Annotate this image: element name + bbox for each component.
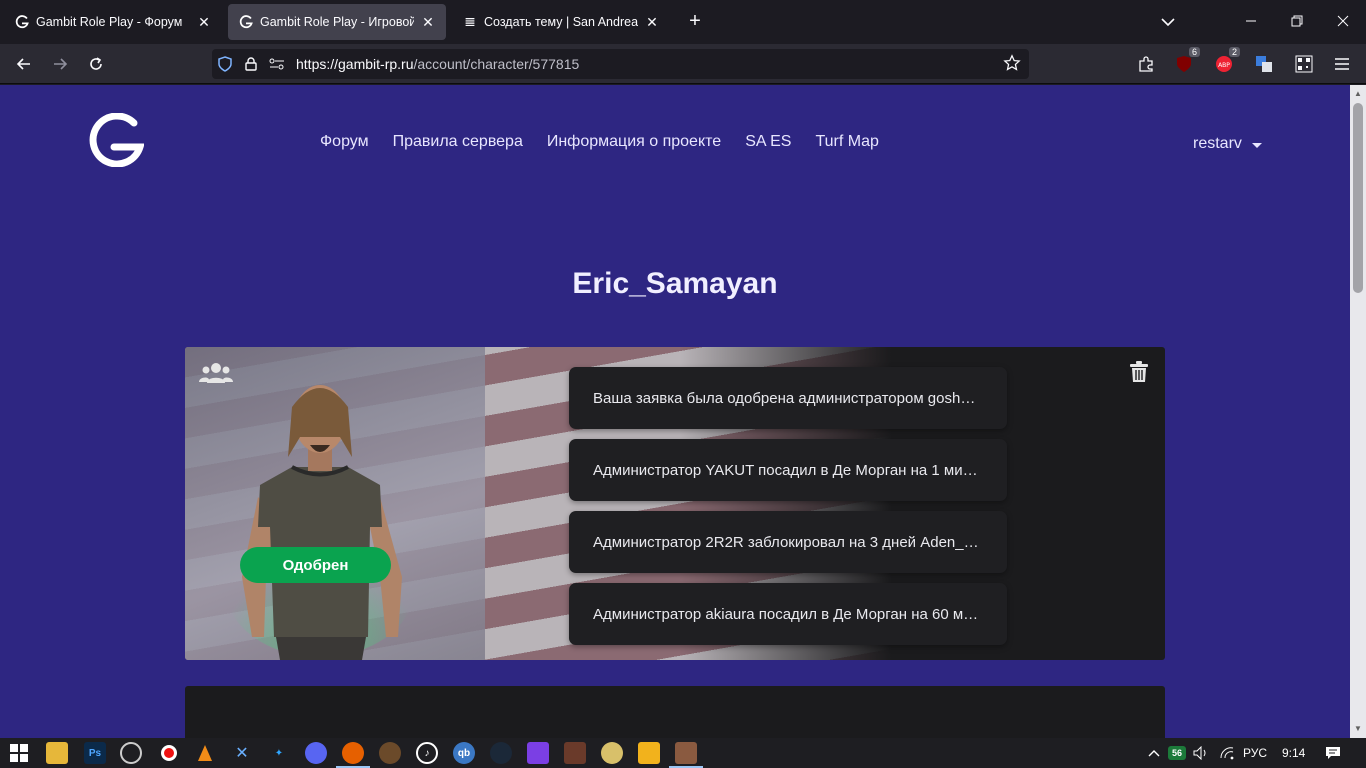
- scrollbar-thumb[interactable]: [1353, 103, 1363, 293]
- gambit-favicon-icon: [238, 14, 254, 30]
- notification-text: Администратор YAKUT посадил в Де Морган …: [593, 461, 983, 479]
- close-tab-icon[interactable]: ✕: [420, 14, 436, 31]
- back-arrow-icon[interactable]: [10, 50, 38, 78]
- forward-arrow-icon[interactable]: [46, 50, 74, 78]
- qr-icon[interactable]: [1292, 52, 1316, 76]
- address-bar[interactable]: https://gambit-rp.ru/account/character/5…: [212, 49, 1029, 79]
- extensions-icon[interactable]: [1134, 52, 1158, 76]
- notifications-icon[interactable]: [1322, 742, 1344, 764]
- tab-title: Gambit Role Play - Игровой пр: [260, 15, 414, 29]
- gambit-favicon-icon: [14, 14, 30, 30]
- steam-icon[interactable]: [490, 742, 512, 764]
- ublock-badge: 6: [1188, 47, 1200, 57]
- caret-down-icon: [1251, 143, 1262, 148]
- gambit-logo-icon[interactable]: [88, 112, 145, 168]
- svg-text:ABP: ABP: [1218, 62, 1230, 69]
- lock-icon[interactable]: [238, 49, 264, 79]
- notification-item[interactable]: Администратор akiaura посадил в Де Морга…: [569, 583, 1007, 645]
- notification-item[interactable]: Администратор YAKUT посадил в Де Морган …: [569, 439, 1007, 501]
- close-tab-icon[interactable]: ✕: [196, 14, 212, 31]
- translate-icon[interactable]: [1252, 52, 1276, 76]
- ublock-icon[interactable]: 6: [1172, 47, 1200, 76]
- site-navigation: Форум Правила сервера Информация о проек…: [320, 133, 903, 151]
- character-name: Eric_Samayan: [572, 267, 778, 300]
- itunes-icon[interactable]: ♪: [416, 742, 438, 764]
- bookmark-star-icon[interactable]: [1003, 54, 1023, 74]
- scroll-up-icon[interactable]: ▲: [1353, 89, 1363, 99]
- page-scrollbar[interactable]: ▲ ▼: [1350, 85, 1366, 738]
- tab-game-panel[interactable]: Gambit Role Play - Игровой пр ✕: [228, 4, 446, 40]
- permissions-icon[interactable]: [264, 49, 290, 79]
- character-skin-image: [225, 367, 420, 660]
- user-menu[interactable]: restarv: [1193, 135, 1262, 153]
- notification-text: Администратор akiaura посадил в Де Морга…: [593, 605, 983, 623]
- notification-text: Администратор 2R2R заблокировал на 3 дне…: [593, 533, 983, 551]
- app-cube-icon[interactable]: [601, 742, 623, 764]
- scroll-down-icon[interactable]: ▼: [1353, 724, 1363, 734]
- close-window-icon[interactable]: [1329, 8, 1357, 36]
- status-badge: Одобрен: [240, 547, 391, 583]
- show-hidden-icons-icon[interactable]: [1143, 742, 1165, 764]
- tab-title: Gambit Role Play - Форум: [36, 15, 183, 29]
- tab-forum[interactable]: Gambit Role Play - Форум ✕: [4, 4, 222, 40]
- vlc-icon[interactable]: [194, 742, 216, 764]
- close-tab-icon[interactable]: ✕: [644, 14, 660, 31]
- adblock-icon[interactable]: ABP 2: [1212, 47, 1240, 76]
- notification-item[interactable]: Ваша заявка была одобрена администраторо…: [569, 367, 1007, 429]
- nav-link-turf-map[interactable]: Turf Map: [815, 133, 878, 151]
- app-hex-icon[interactable]: [638, 742, 660, 764]
- game-icon[interactable]: [564, 742, 586, 764]
- volume-icon[interactable]: [1190, 742, 1212, 764]
- windows-start-icon[interactable]: [8, 742, 30, 764]
- input-language[interactable]: РУС: [1243, 746, 1267, 760]
- url-text: https://gambit-rp.ru/account/character/5…: [296, 56, 579, 72]
- group-users-icon[interactable]: [199, 361, 233, 387]
- tracking-protection-shield-icon[interactable]: [212, 49, 238, 79]
- app-purple-icon[interactable]: [527, 742, 549, 764]
- tab-title: Создать тему | San Andreas Em: [484, 15, 638, 29]
- hamburger-menu-icon[interactable]: [1330, 52, 1354, 76]
- notification-item[interactable]: Администратор 2R2R заблокировал на 3 дне…: [569, 511, 1007, 573]
- file-explorer-icon[interactable]: [46, 742, 68, 764]
- nav-link-project-info[interactable]: Информация о проекте: [547, 133, 721, 151]
- tray-app-badge[interactable]: 56: [1168, 746, 1186, 760]
- navigation-toolbar: https://gambit-rp.ru/account/character/5…: [0, 44, 1366, 84]
- discord-icon[interactable]: [305, 742, 327, 764]
- firefox-icon[interactable]: [336, 742, 370, 768]
- notification-list: Ваша заявка была одобрена администраторо…: [569, 367, 1007, 655]
- character-card: Одобрен Ваша заявка была одобрена админи…: [185, 347, 1165, 660]
- tab-create-topic[interactable]: 𝌆 Создать тему | San Andreas Em ✕: [452, 4, 670, 40]
- windows-taskbar: Ps ✕ ✦ ♪ qb 56 РУС 9:14: [0, 738, 1366, 768]
- page-content: Форум Правила сервера Информация о проек…: [0, 85, 1350, 738]
- obs-icon[interactable]: [120, 742, 142, 764]
- secondary-card: [185, 686, 1165, 738]
- trash-icon[interactable]: [1129, 361, 1149, 383]
- xbox-app-icon[interactable]: ✕: [231, 742, 253, 764]
- record-icon[interactable]: [158, 742, 180, 764]
- url-host: https://gambit-rp.ru: [296, 56, 414, 72]
- tab-strip: Gambit Role Play - Форум ✕ Gambit Role P…: [0, 0, 1366, 44]
- nav-link-forum[interactable]: Форум: [320, 133, 369, 151]
- app-icon[interactable]: ✦: [268, 742, 290, 764]
- list-all-tabs-icon[interactable]: [1158, 12, 1178, 32]
- notification-text: Ваша заявка была одобрена администраторо…: [593, 389, 983, 407]
- url-path: /account/character/577815: [413, 56, 580, 72]
- minimize-window-icon[interactable]: [1237, 8, 1265, 36]
- gta-sa-icon[interactable]: [669, 742, 703, 768]
- adblock-badge: 2: [1228, 47, 1240, 57]
- nav-link-rules[interactable]: Правила сервера: [393, 133, 523, 151]
- new-tab-button[interactable]: +: [684, 10, 706, 32]
- photoshop-icon[interactable]: Ps: [84, 742, 106, 764]
- restore-window-icon[interactable]: [1283, 8, 1311, 36]
- network-icon[interactable]: [1216, 742, 1238, 764]
- game-launcher-icon[interactable]: [379, 742, 401, 764]
- username: restarv: [1193, 135, 1242, 152]
- reload-icon[interactable]: [82, 50, 110, 78]
- clock[interactable]: 9:14: [1282, 746, 1305, 760]
- forum-favicon-icon: 𝌆: [464, 15, 476, 29]
- nav-link-sa-es[interactable]: SA ES: [745, 133, 791, 151]
- qbittorrent-icon[interactable]: qb: [453, 742, 475, 764]
